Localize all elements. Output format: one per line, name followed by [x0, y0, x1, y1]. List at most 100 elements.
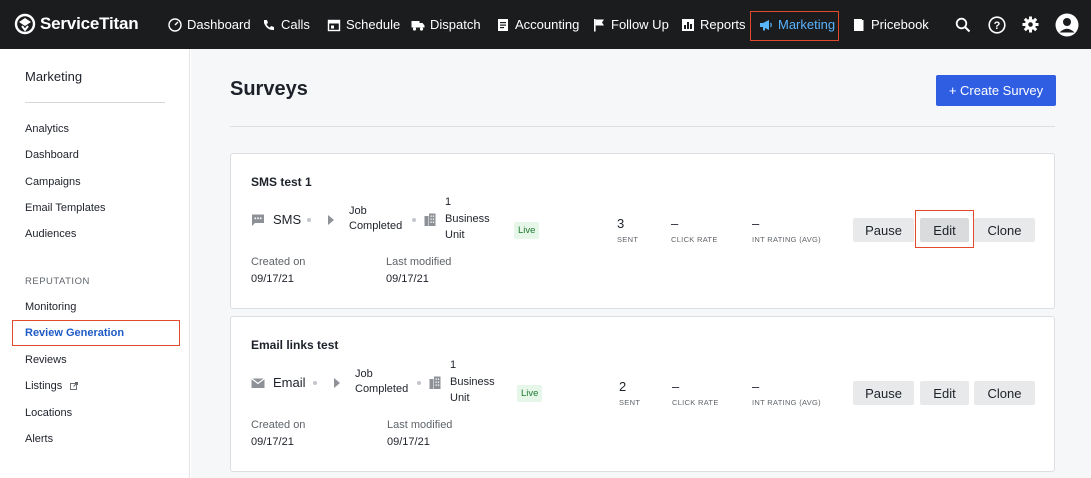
edit-button-highlight — [915, 210, 974, 248]
click-rate-label: CLICK RATE — [672, 398, 719, 407]
sent-value: 3 — [617, 216, 625, 231]
sidebar-divider — [25, 102, 165, 103]
trigger-line-2: Completed — [349, 220, 403, 232]
nav-reports[interactable]: Reports — [681, 0, 746, 49]
modified-label: Last modified — [386, 256, 452, 268]
business-unit-count: 1 Business Unit — [450, 357, 495, 407]
search-icon — [955, 17, 971, 32]
survey-trigger: Job Completed — [355, 367, 408, 397]
nav-calls-label: Calls — [281, 17, 310, 32]
nav-pricebook-label: Pricebook — [871, 17, 929, 32]
click-rate-label: CLICK RATE — [671, 235, 718, 244]
nav-follow-up[interactable]: Follow Up — [592, 0, 669, 49]
created-label: Created on — [251, 256, 306, 268]
survey-name: Email links test — [251, 338, 339, 352]
help-icon: ? — [988, 15, 1006, 34]
clone-button[interactable]: Clone — [974, 218, 1035, 242]
flag-icon — [594, 18, 604, 31]
trigger-line-1: Job — [355, 368, 373, 380]
status-badge: Live — [514, 222, 540, 239]
marketing-sidebar: Marketing Analytics Dashboard Campaigns … — [0, 49, 190, 478]
building-icon — [424, 213, 436, 226]
building-icon — [429, 376, 441, 389]
sidebar-item-listings-label: Listings — [25, 380, 63, 392]
created-date: 09/17/21 — [251, 436, 294, 448]
nav-accounting-label: Accounting — [515, 17, 580, 32]
sidebar-item-email-templates[interactable]: Email Templates — [25, 202, 106, 214]
edit-button[interactable]: Edit — [920, 381, 969, 405]
nav-accounting[interactable]: Accounting — [496, 0, 579, 49]
bu-line-1: 1 — [450, 359, 457, 371]
survey-channel: SMS — [251, 212, 301, 227]
bu-line-3: Unit — [450, 392, 470, 404]
main-content: Surveys + Create Survey SMS test 1 SMS J… — [191, 49, 1091, 478]
nav-schedule[interactable]: Schedule — [327, 0, 400, 49]
modified-label: Last modified — [387, 419, 453, 431]
created-label: Created on — [251, 419, 306, 431]
survey-channel-label: Email — [273, 375, 306, 390]
sidebar-item-campaigns[interactable]: Campaigns — [25, 176, 81, 188]
sidebar-item-alerts[interactable]: Alerts — [25, 433, 53, 445]
nav-pricebook[interactable]: Pricebook — [852, 0, 929, 49]
clone-button[interactable]: Clone — [974, 381, 1035, 405]
survey-name: SMS test 1 — [251, 175, 312, 189]
modified-date: 09/17/21 — [386, 273, 429, 285]
separator-dot — [412, 218, 416, 222]
sidebar-item-locations[interactable]: Locations — [25, 407, 72, 419]
rating-label: INT RATING (AVG) — [752, 235, 821, 244]
sidebar-item-audiences[interactable]: Audiences — [25, 228, 76, 240]
arrow-right-icon — [328, 215, 334, 225]
bu-line-2: Business — [445, 212, 490, 225]
create-survey-button[interactable]: + Create Survey — [936, 75, 1056, 106]
brand-name: ServiceTitan — [40, 14, 139, 33]
survey-card: SMS test 1 SMS Job Completed 1 Business … — [230, 153, 1055, 309]
page-title: Surveys — [230, 78, 308, 100]
envelope-icon — [251, 377, 265, 388]
rating-label: INT RATING (AVG) — [752, 398, 821, 407]
book-icon — [854, 18, 864, 31]
top-navigation-bar: ServiceTitan Dashboard Calls Schedule Di… — [0, 0, 1091, 49]
bu-line-3: Unit — [445, 229, 465, 241]
search-button[interactable] — [955, 0, 971, 49]
nav-dispatch[interactable]: Dispatch — [411, 0, 481, 49]
sidebar-item-reviews[interactable]: Reviews — [25, 354, 67, 366]
arrow-right-icon — [334, 378, 340, 388]
phone-icon — [264, 19, 274, 30]
sent-label: SENT — [619, 398, 641, 407]
trigger-line-2: Completed — [355, 383, 409, 395]
bu-line-1: 1 — [445, 196, 452, 208]
title-divider — [230, 126, 1055, 127]
pause-button[interactable]: Pause — [853, 381, 914, 405]
sidebar-title: Marketing — [25, 69, 83, 84]
rating-value: – — [752, 379, 760, 394]
avatar-icon — [1055, 13, 1079, 36]
sidebar-item-monitoring[interactable]: Monitoring — [25, 301, 76, 313]
nav-marketing-highlight — [750, 11, 839, 41]
nav-reports-label: Reports — [700, 17, 746, 32]
sidebar-item-dashboard[interactable]: Dashboard — [25, 149, 79, 161]
sidebar-item-listings[interactable]: Listings — [25, 380, 79, 392]
chat-bubble-icon — [252, 214, 264, 226]
servicetitan-logo-icon — [14, 13, 36, 35]
user-menu-button[interactable] — [1054, 0, 1080, 49]
sidebar-item-analytics[interactable]: Analytics — [25, 123, 69, 135]
trigger-line-1: Job — [349, 205, 367, 217]
survey-trigger: Job Completed — [349, 204, 402, 234]
help-button[interactable]: ? — [988, 0, 1006, 49]
nav-dashboard[interactable]: Dashboard — [168, 0, 251, 49]
dashboard-icon — [168, 17, 182, 32]
calendar-icon — [327, 19, 341, 31]
servicetitan-logo[interactable]: ServiceTitan — [14, 13, 139, 35]
svg-text:?: ? — [994, 20, 1001, 32]
modified-date: 09/17/21 — [387, 436, 430, 448]
bu-line-2: Business — [450, 375, 495, 388]
click-rate-value: – — [672, 379, 680, 394]
settings-button[interactable] — [1022, 0, 1039, 49]
truck-icon — [411, 20, 425, 31]
status-badge: Live — [517, 385, 543, 402]
nav-dashboard-label: Dashboard — [187, 17, 251, 32]
pause-button[interactable]: Pause — [853, 218, 914, 242]
sidebar-active-highlight — [12, 320, 180, 346]
nav-calls[interactable]: Calls — [262, 0, 310, 49]
survey-card: Email links test Email Job Completed 1 B… — [230, 316, 1055, 472]
